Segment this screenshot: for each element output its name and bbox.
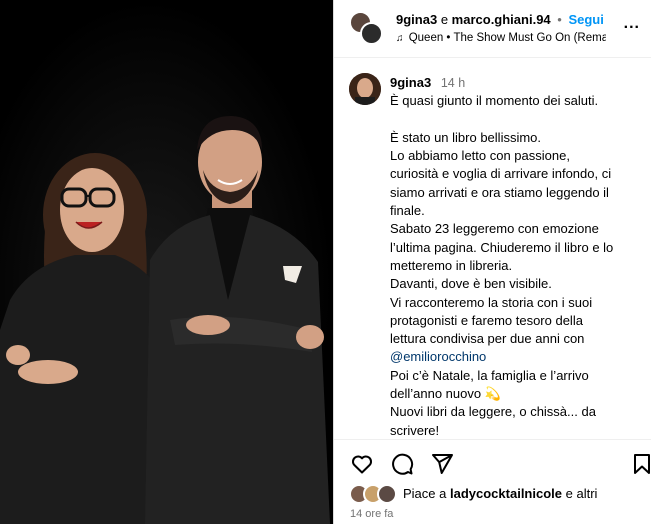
- caption-line: lettura condivisa per due anni con: [390, 331, 585, 347]
- more-horizontal-icon: ...: [623, 15, 640, 32]
- authors-conjunction: e: [440, 12, 449, 27]
- audio-track[interactable]: ♫ Queen • The Show Must Go On (Remast...: [396, 32, 606, 44]
- post-timestamp[interactable]: 14 ore fa: [350, 508, 393, 520]
- author-link-2[interactable]: marco.ghiani.94: [452, 12, 551, 27]
- follow-button[interactable]: Segui: [568, 12, 603, 27]
- caption-line: siamo arrivati e ora stiamo leggendo il: [390, 184, 609, 200]
- bookmark-icon: [634, 454, 650, 474]
- post-image: [0, 0, 333, 524]
- separator-dot: •: [557, 12, 562, 27]
- caption-line: curiosità e voglia di arrivare infondo, …: [390, 166, 612, 182]
- save-button[interactable]: [630, 452, 651, 476]
- collab-avatars[interactable]: [349, 11, 383, 45]
- share-button[interactable]: [430, 452, 454, 476]
- caption-line: Vi racconteremo la storia con i suoi: [390, 294, 593, 310]
- caption-line: finale.: [390, 203, 425, 219]
- comment-icon: [392, 453, 414, 475]
- mention-link[interactable]: @emiliorocchino: [390, 348, 642, 366]
- music-note-icon: ♫: [396, 33, 404, 44]
- caption-line: metteremo in libreria.: [390, 257, 513, 273]
- comment-button[interactable]: [390, 452, 414, 476]
- caption-body: 9gina3 14 h È quasi giunto il momento de…: [390, 74, 642, 439]
- like-button[interactable]: [350, 452, 374, 476]
- avatar[interactable]: [360, 22, 383, 45]
- caption-line: protagonisti e faremo tesoro della: [390, 312, 583, 328]
- post-header: 9gina3 e marco.ghiani.94 • Segui ♫ Queen…: [334, 0, 651, 58]
- audio-track-label: Queen • The Show Must Go On (Remast...: [408, 32, 606, 44]
- avatar[interactable]: [377, 484, 397, 504]
- post-side-panel: 9gina3 e marco.ghiani.94 • Segui ♫ Queen…: [333, 0, 651, 524]
- avatar-image: [349, 73, 381, 105]
- caption-line: dell’anno nuovo 💫: [390, 386, 501, 402]
- likes-user-link[interactable]: ladycocktailnicole: [450, 486, 562, 501]
- likes-summary[interactable]: Piace a ladycocktailnicole e altri: [403, 486, 597, 501]
- post-caption: 9gina3 14 h È quasi giunto il momento de…: [334, 59, 651, 439]
- caption-line: È stato un libro bellissimo.: [390, 129, 542, 145]
- post-authors: 9gina3 e marco.ghiani.94 • Segui: [396, 12, 604, 27]
- caption-line: Davanti, dove è ben visibile.: [390, 276, 552, 292]
- send-icon: [432, 454, 453, 474]
- caption-line: scrivere!: [390, 422, 440, 438]
- caption-username[interactable]: 9gina3: [390, 75, 431, 90]
- caption-line: Sabato 23 leggeremo con emozione: [390, 221, 599, 237]
- caption-line: Poi c’è Natale, la famiglia e l’arrivo: [390, 367, 589, 383]
- likes-prefix: Piace a: [403, 486, 447, 501]
- author-link-1[interactable]: 9gina3: [396, 12, 437, 27]
- more-options-button[interactable]: ...: [624, 16, 640, 32]
- caption-line: Lo abbiamo letto con passione,: [390, 148, 570, 164]
- likes-suffix: e altri: [565, 486, 598, 501]
- post-actions: Piace a ladycocktailnicole e altri 14 or…: [334, 439, 651, 524]
- caption-line: Nuovi libri da leggere, o chissà... da: [390, 404, 596, 420]
- caption-line: l’ultima pagina. Chiuderemo il libro e l…: [390, 239, 614, 255]
- avatar[interactable]: [349, 73, 381, 105]
- heart-icon: [352, 455, 372, 474]
- caption-time[interactable]: 14 h: [441, 76, 465, 90]
- caption-line: È quasi giunto il momento dei saluti.: [390, 93, 599, 109]
- post-photo[interactable]: [0, 0, 333, 524]
